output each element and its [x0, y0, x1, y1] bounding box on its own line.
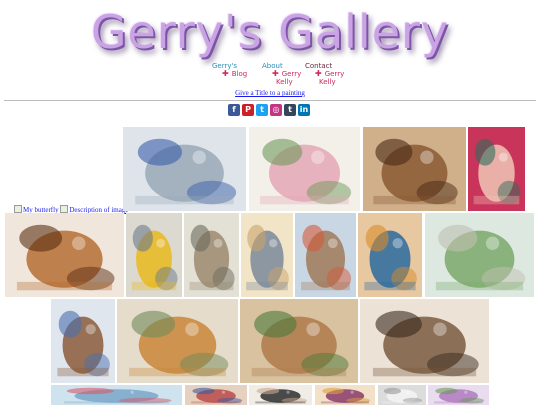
social-icons: f Pt ◎ t in: [228, 104, 312, 118]
facebook-icon[interactable]: f: [228, 104, 240, 116]
divider: [4, 100, 536, 101]
painting-thumbnail[interactable]: [5, 213, 124, 297]
site-title: Gerry's Gallery: [90, 5, 450, 59]
painting-thumbnail[interactable]: [185, 385, 247, 405]
painting-thumbnail[interactable]: [241, 213, 293, 297]
cross-icon: ✚: [315, 69, 322, 78]
nav-about-line3: Kelly: [276, 78, 293, 86]
painting-thumbnail[interactable]: [378, 385, 426, 405]
top-nav: Gerry's ✚ Blog About ✚ Gerry Kelly Contact…: [0, 62, 540, 90]
painting-thumbnail[interactable]: [315, 385, 375, 405]
nav-contact-line3: Kelly: [319, 78, 336, 86]
give-title-link[interactable]: Give a Title to a painting: [0, 89, 540, 97]
cross-icon: ✚: [272, 69, 279, 78]
cross-icon: ✚: [222, 69, 229, 78]
broken-image-icon: [60, 205, 69, 213]
nav-contact-link[interactable]: Contact ✚ Gerry Kelly: [305, 62, 344, 86]
painting-thumbnail[interactable]: [295, 213, 356, 297]
tumblr-icon[interactable]: t: [284, 104, 296, 116]
nav-blog-line2: Blog: [231, 70, 248, 78]
nav-about-line1: About: [262, 62, 283, 70]
painting-thumbnail[interactable]: [425, 213, 534, 297]
painting-thumbnail[interactable]: [126, 213, 182, 297]
nav-blog-line1: Gerry's: [212, 62, 238, 70]
nav-about-link[interactable]: About ✚ Gerry Kelly: [262, 62, 301, 86]
painting-thumbnail[interactable]: [240, 299, 358, 383]
nav-contact-line2: Gerry: [324, 70, 345, 78]
painting-thumbnail[interactable]: [51, 385, 182, 405]
painting-thumbnail[interactable]: [360, 299, 489, 383]
painting-thumbnail[interactable]: [184, 213, 239, 297]
painting-thumbnail[interactable]: [117, 299, 238, 383]
painting-thumbnail[interactable]: [123, 127, 246, 211]
painting-thumbnail[interactable]: [51, 299, 115, 383]
painting-thumbnail[interactable]: [468, 127, 525, 211]
nav-contact-line1: Contact: [305, 62, 333, 70]
nav-about-line2: Gerry: [281, 70, 302, 78]
pinterest-icon[interactable]: P: [242, 104, 254, 116]
painting-thumbnail[interactable]: [249, 127, 360, 211]
twitter-icon[interactable]: t: [256, 104, 268, 116]
linkedin-icon[interactable]: in: [298, 104, 310, 116]
painting-thumbnail[interactable]: [358, 213, 422, 297]
painting-thumbnail[interactable]: [428, 385, 489, 405]
painting-thumbnail[interactable]: [363, 127, 466, 211]
painting-thumbnail[interactable]: [249, 385, 312, 405]
broken-image-icon: [14, 205, 22, 213]
instagram-icon[interactable]: ◎: [270, 104, 282, 116]
nav-blog-link[interactable]: Gerry's ✚ Blog: [212, 62, 247, 78]
